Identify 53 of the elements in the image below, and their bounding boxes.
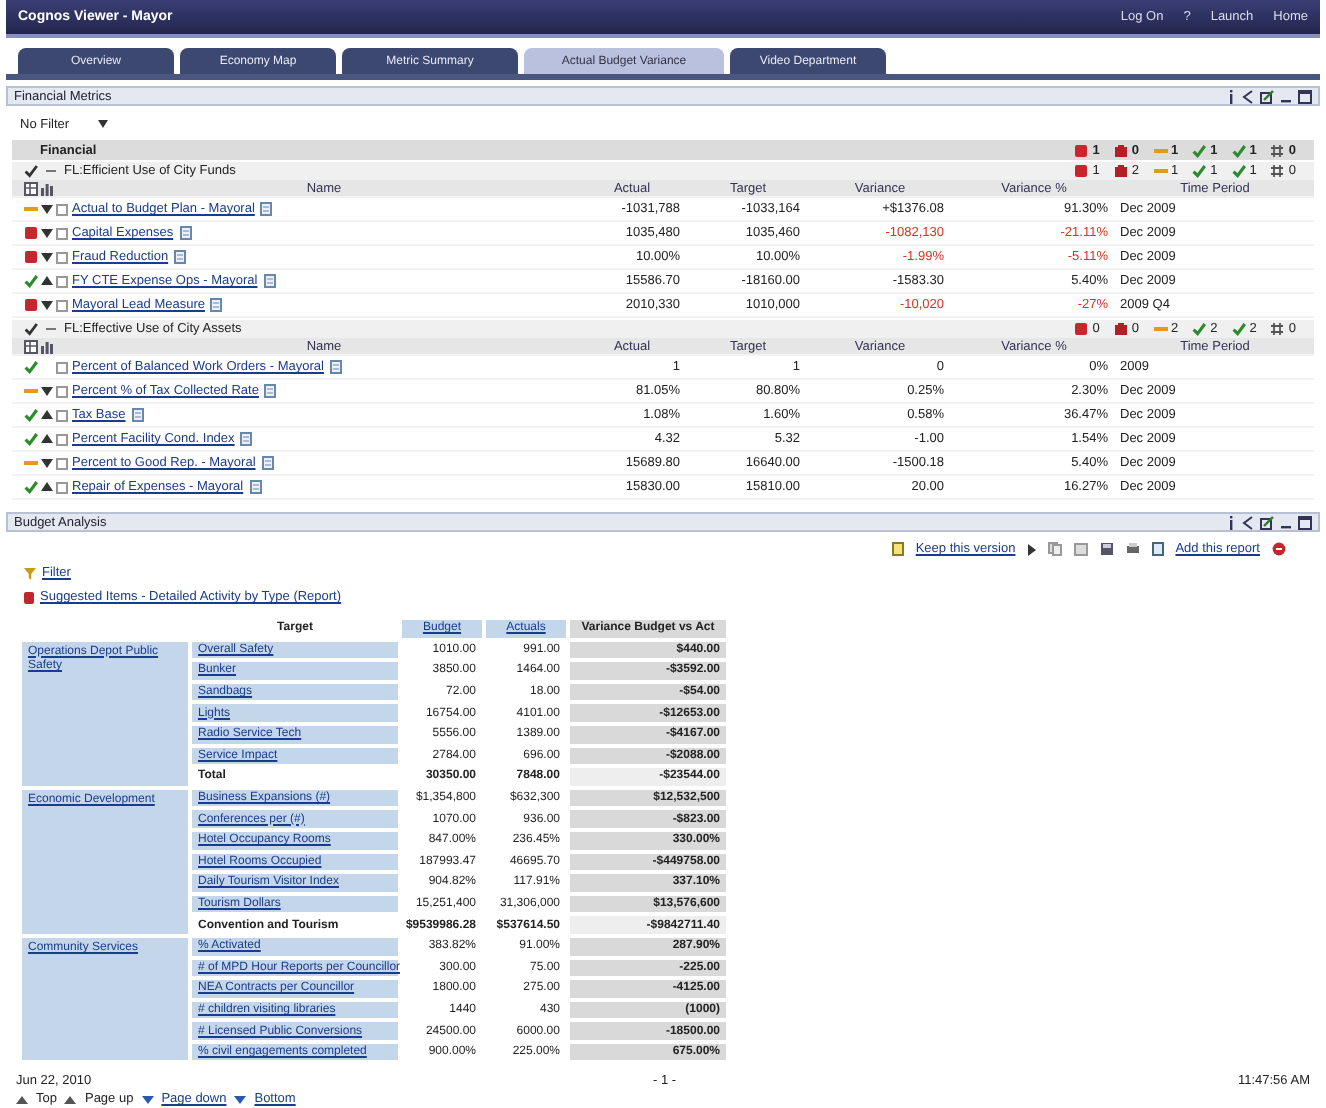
maximize-icon[interactable] bbox=[1298, 89, 1312, 103]
checkbox-icon bbox=[56, 275, 68, 287]
report-icon[interactable] bbox=[174, 250, 187, 264]
page-up-icon[interactable] bbox=[64, 1093, 77, 1106]
checkbox-icon bbox=[56, 481, 68, 493]
checkbox-icon bbox=[56, 203, 68, 215]
report-icon bbox=[24, 591, 34, 603]
filter-icon bbox=[24, 567, 36, 579]
dash-icon bbox=[46, 322, 56, 336]
info-icon[interactable] bbox=[1226, 89, 1236, 103]
top-icon[interactable] bbox=[16, 1093, 28, 1106]
paste-icon[interactable] bbox=[1073, 542, 1088, 556]
report-icon[interactable] bbox=[261, 456, 274, 470]
report-icon[interactable] bbox=[240, 432, 253, 446]
checkbox-icon bbox=[56, 385, 68, 397]
add-report-icon bbox=[1151, 542, 1164, 556]
checkbox-icon bbox=[56, 361, 68, 373]
report-icon[interactable] bbox=[263, 274, 276, 288]
dash-icon bbox=[46, 164, 56, 178]
caret-icon bbox=[97, 120, 108, 128]
column-settings-icon[interactable] bbox=[24, 339, 38, 353]
column-settings-icon[interactable] bbox=[24, 181, 38, 195]
report-icon[interactable] bbox=[260, 202, 273, 216]
maximize-icon[interactable] bbox=[1298, 515, 1312, 529]
report-icon[interactable] bbox=[249, 480, 262, 494]
checkbox-icon bbox=[56, 299, 68, 311]
report-icon[interactable] bbox=[131, 408, 144, 422]
back-icon[interactable] bbox=[1242, 89, 1254, 103]
stop-icon[interactable] bbox=[1272, 542, 1286, 556]
copy-icon[interactable] bbox=[1047, 542, 1062, 556]
page-down-icon[interactable] bbox=[141, 1093, 154, 1106]
checkbox-icon bbox=[56, 433, 68, 445]
back-icon[interactable] bbox=[1242, 515, 1254, 529]
print-icon[interactable] bbox=[1125, 542, 1140, 556]
info-icon[interactable] bbox=[1226, 515, 1236, 529]
bottom-icon[interactable] bbox=[234, 1093, 247, 1106]
save-icon[interactable] bbox=[1099, 542, 1114, 556]
checkbox-icon bbox=[56, 251, 68, 263]
check-icon bbox=[24, 164, 38, 178]
edit-icon[interactable] bbox=[1260, 515, 1274, 529]
report-icon[interactable] bbox=[179, 226, 192, 240]
checkbox-icon bbox=[56, 409, 68, 421]
chart-icon[interactable] bbox=[40, 181, 54, 195]
report-icon[interactable] bbox=[210, 298, 223, 312]
edit-icon[interactable] bbox=[1260, 89, 1274, 103]
check-icon bbox=[24, 322, 38, 336]
run-icon[interactable] bbox=[1027, 543, 1036, 555]
report-icon[interactable] bbox=[264, 384, 277, 398]
checkbox-icon bbox=[56, 227, 68, 239]
document-icon bbox=[891, 542, 904, 556]
checkbox-icon bbox=[56, 457, 68, 469]
report-icon[interactable] bbox=[329, 360, 342, 374]
chart-icon[interactable] bbox=[40, 339, 54, 353]
